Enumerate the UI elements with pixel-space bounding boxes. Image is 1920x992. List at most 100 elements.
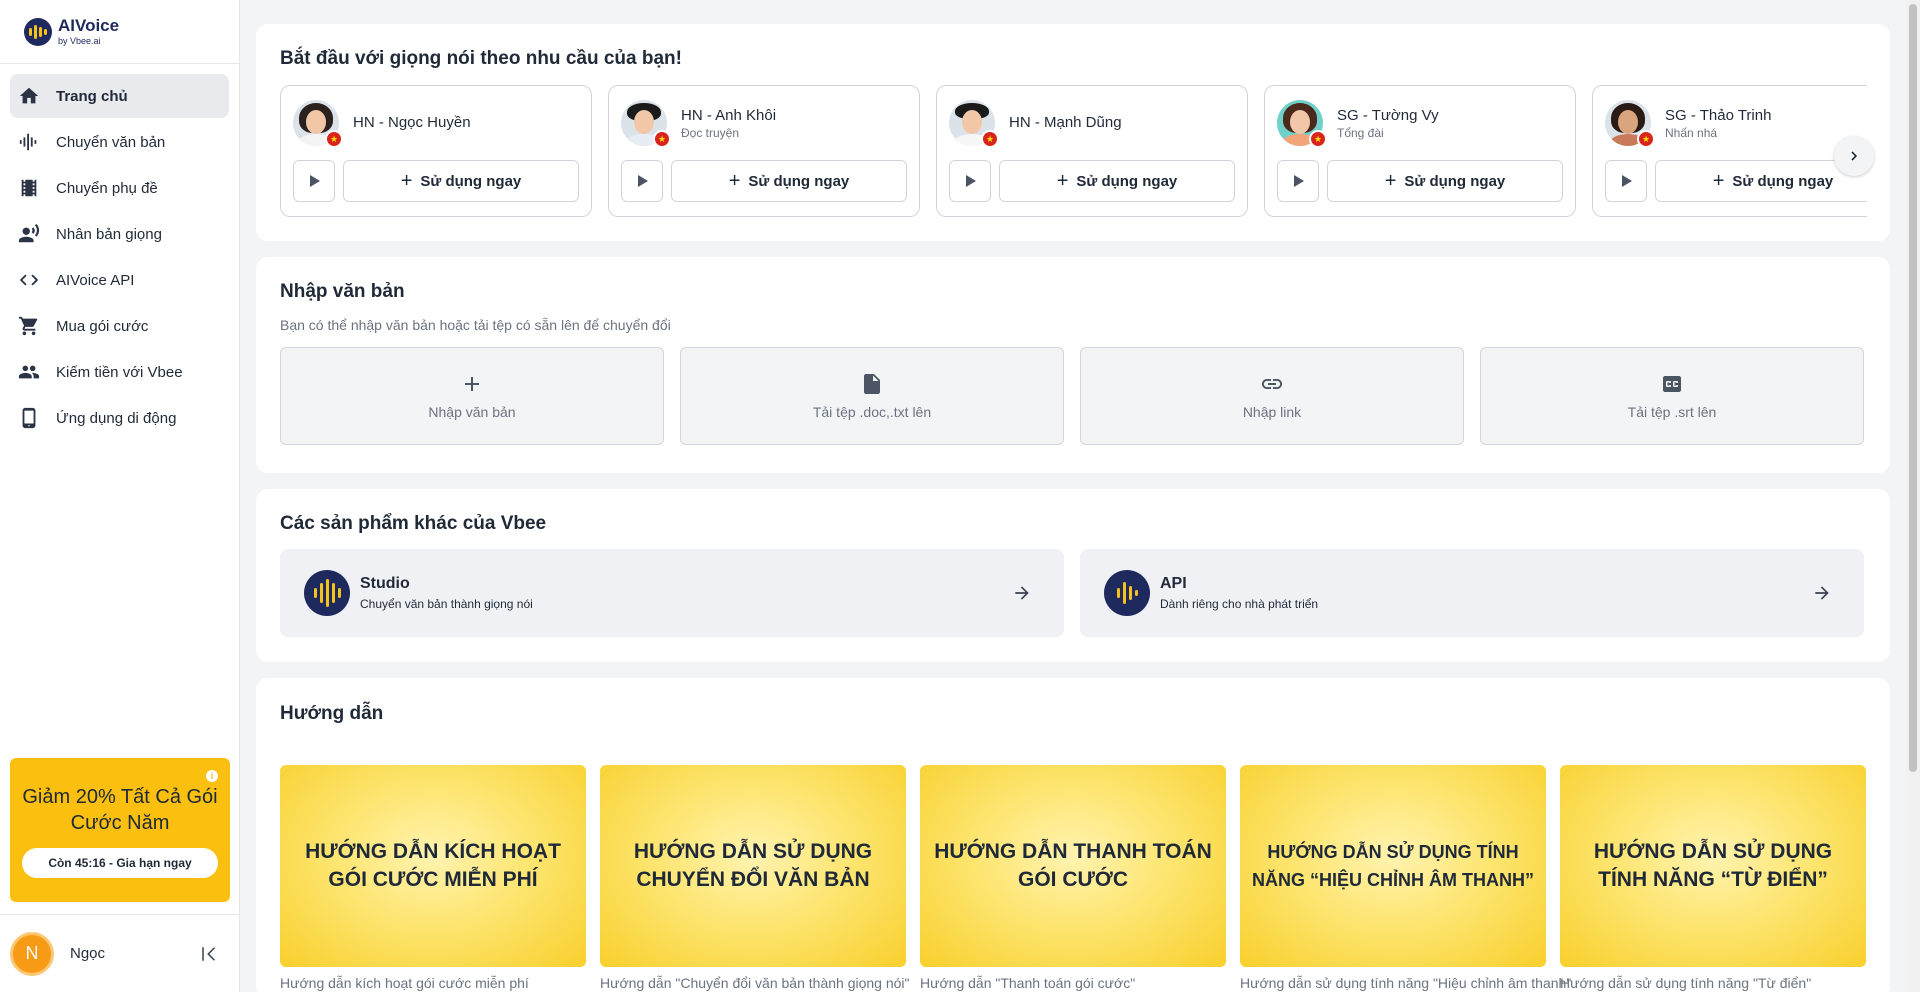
enter-link-option[interactable]: Nhập link [1080, 347, 1464, 445]
voice-person-icon [18, 223, 40, 243]
waveform-icon [19, 133, 37, 151]
sidebar-item-text-to-speech[interactable]: Chuyển văn bản [10, 120, 229, 164]
plus-icon: + [400, 170, 413, 192]
guide-video[interactable]: HƯỚNG DẪN SỬ DỤNG TÍNH NĂNG “HIỆU CHỈNH … [1240, 765, 1571, 991]
use-voice-label: Sử dụng ngay [1076, 172, 1178, 190]
carousel-next-button[interactable] [1834, 136, 1874, 176]
guide-thumbnail[interactable]: HƯỚNG DẪN SỬ DỤNG TÍNH NĂNG “HIỆU CHỈNH … [1240, 765, 1546, 967]
play-button[interactable] [293, 160, 335, 202]
plus-icon: + [1056, 170, 1069, 192]
arrow-right-icon [1015, 586, 1029, 600]
use-voice-button[interactable]: + Sử dụng ngay [343, 160, 579, 202]
sidebar-item-voice-clone[interactable]: Nhân bản giọng [10, 212, 229, 256]
voice-card: ★ HN - Mạnh Dũng + Sử dụng ngay [936, 85, 1248, 217]
plus-icon: + [728, 170, 741, 192]
product-desc: Chuyển văn bản thành giọng nói [360, 597, 533, 611]
use-voice-label: Sử dụng ngay [420, 172, 522, 190]
voice-name: HN - Mạnh Dũng [1009, 113, 1122, 131]
text-input-section: Nhập văn bản Bạn có thể nhập văn bản hoặ… [256, 257, 1890, 473]
promo-banner[interactable]: i Giảm 20% Tất Cả Gói Cước Năm Còn 45:16… [10, 758, 230, 902]
doc-file-icon [864, 374, 880, 394]
play-icon [1622, 175, 1632, 187]
voice-card: ★ HN - Ngọc Huyền + Sử dụng ngay [280, 85, 592, 217]
products-title: Các sản phẩm khác của Vbee [280, 513, 547, 534]
info-icon[interactable]: i [206, 770, 218, 782]
sidebar-item-label: Chuyển phụ đề [56, 179, 158, 197]
group-icon [18, 365, 40, 379]
sidebar-item-affiliate[interactable]: Kiếm tiền với Vbee [10, 350, 229, 394]
voice-style: Đọc truyện [681, 125, 740, 140]
text-input-subtitle: Bạn có thể nhập văn bản hoặc tải tệp có … [280, 317, 671, 333]
play-button[interactable] [621, 160, 663, 202]
brand-logo[interactable]: AIVoice by Vbee.ai [0, 0, 239, 64]
vietnam-flag-icon: ★ [1637, 130, 1655, 148]
use-voice-button[interactable]: + Sử dụng ngay [1655, 160, 1867, 202]
sidebar-item-buy-plan[interactable]: Mua gói cước [10, 304, 229, 348]
page-scrollbar[interactable] [1906, 0, 1920, 992]
text-input-title: Nhập văn bản [280, 281, 405, 302]
guide-video[interactable]: HƯỚNG DẪN SỬ DỤNG TÍNH NĂNG “TỪ ĐIỂN” Hư… [1560, 765, 1866, 991]
voice-name: SG - Thảo Trinh [1665, 106, 1772, 124]
scrollbar-thumb[interactable] [1909, 4, 1917, 772]
guide-video[interactable]: HƯỚNG DẪN SỬ DỤNG CHUYỂN ĐỔI VĂN BẢN Hướ… [600, 765, 910, 991]
voice-avatar: ★ [1277, 100, 1327, 148]
voice-name: SG - Tường Vy [1337, 106, 1439, 124]
guide-thumbnail[interactable]: HƯỚNG DẪN SỬ DỤNG TÍNH NĂNG “TỪ ĐIỂN” [1560, 765, 1866, 967]
guide-video[interactable]: HƯỚNG DẪN KÍCH HOẠT GÓI CƯỚC MIỄN PHÍ Hư… [280, 765, 586, 991]
use-voice-button[interactable]: + Sử dụng ngay [1327, 160, 1563, 202]
user-profile[interactable]: N Ngọc [0, 914, 240, 992]
collapse-sidebar-icon[interactable] [200, 945, 218, 963]
play-button[interactable] [949, 160, 991, 202]
product-studio[interactable]: Studio Chuyển văn bản thành giọng nói [280, 549, 1064, 637]
play-button[interactable] [1277, 160, 1319, 202]
voice-avatar: ★ [949, 100, 999, 148]
guide-thumbnail[interactable]: HƯỚNG DẪN KÍCH HOẠT GÓI CƯỚC MIỄN PHÍ [280, 765, 586, 967]
voice-carousel: ★ HN - Ngọc Huyền + Sử dụng ngay ★ HN - … [280, 85, 1867, 217]
promo-renew-button[interactable]: Còn 45:16 - Gia hạn ngay [22, 848, 218, 878]
film-icon [21, 179, 37, 197]
sidebar-item-subtitles[interactable]: Chuyển phụ đề [10, 166, 229, 210]
guide-caption: Hướng dẫn kích hoạt gói cước miễn phí [280, 975, 529, 991]
voice-avatar: ★ [621, 100, 671, 148]
code-icon [19, 274, 39, 286]
sidebar-nav: Trang chủ Chuyển văn bản Chuyển phụ đề N… [0, 64, 239, 440]
sidebar-item-mobile-app[interactable]: Ứng dụng di động [10, 396, 229, 440]
option-label: Nhập link [1242, 404, 1302, 420]
brand-name: AIVoice [58, 16, 120, 35]
guides-section: Hướng dẫn HƯỚNG DẪN KÍCH HOẠT GÓI CƯỚC M… [256, 678, 1890, 992]
voice-avatar: ★ [1605, 100, 1655, 148]
option-label: Tải tệp .doc,.txt lên [812, 404, 932, 420]
sidebar-item-home[interactable]: Trang chủ [10, 74, 229, 118]
sidebar-item-label: Chuyển văn bản [56, 133, 166, 151]
voice-style: Tổng đài [1337, 125, 1384, 140]
sidebar-item-label: Nhân bản giọng [56, 225, 162, 243]
plus-icon: + [1384, 170, 1397, 192]
product-api[interactable]: API Dành riêng cho nhà phát triển [1080, 549, 1864, 637]
voice-card: ★ HN - Anh Khôi Đọc truyện + Sử dụng ngay [608, 85, 920, 217]
use-voice-label: Sử dụng ngay [1732, 172, 1834, 190]
sidebar-item-label: Mua gói cước [56, 317, 149, 335]
api-logo-icon [1104, 570, 1150, 616]
voice-name: HN - Anh Khôi [681, 106, 777, 124]
sidebar-item-api[interactable]: AIVoice API [10, 258, 229, 302]
home-icon [19, 87, 39, 104]
brand-byline: by Vbee.ai [58, 36, 101, 46]
enter-text-option[interactable]: Nhập văn bản [280, 347, 664, 445]
use-voice-button[interactable]: + Sử dụng ngay [999, 160, 1235, 202]
play-icon [1294, 175, 1304, 187]
logo-waveform-icon [24, 17, 52, 46]
avatar[interactable]: N [10, 931, 54, 976]
upload-srt-option[interactable]: Tải tệp .srt lên [1480, 347, 1864, 445]
guide-video[interactable]: HƯỚNG DẪN THANH TOÁN GÓI CƯỚC Hướng dẫn … [920, 765, 1226, 991]
sidebar-item-label: Kiếm tiền với Vbee [56, 363, 183, 381]
use-voice-button[interactable]: + Sử dụng ngay [671, 160, 907, 202]
guide-thumbnail[interactable]: HƯỚNG DẪN THANH TOÁN GÓI CƯỚC [920, 765, 1226, 967]
link-icon [1262, 379, 1282, 389]
upload-doc-option[interactable]: Tải tệp .doc,.txt lên [680, 347, 1064, 445]
play-icon [638, 175, 648, 187]
play-button[interactable] [1605, 160, 1647, 202]
use-voice-label: Sử dụng ngay [748, 172, 850, 190]
main-content: Bắt đầu với giọng nói theo nhu cầu của b… [256, 24, 1890, 992]
guide-thumbnail[interactable]: HƯỚNG DẪN SỬ DỤNG CHUYỂN ĐỔI VĂN BẢN [600, 765, 906, 967]
products-section: Các sản phẩm khác của Vbee Studio Chuyển… [256, 489, 1890, 662]
